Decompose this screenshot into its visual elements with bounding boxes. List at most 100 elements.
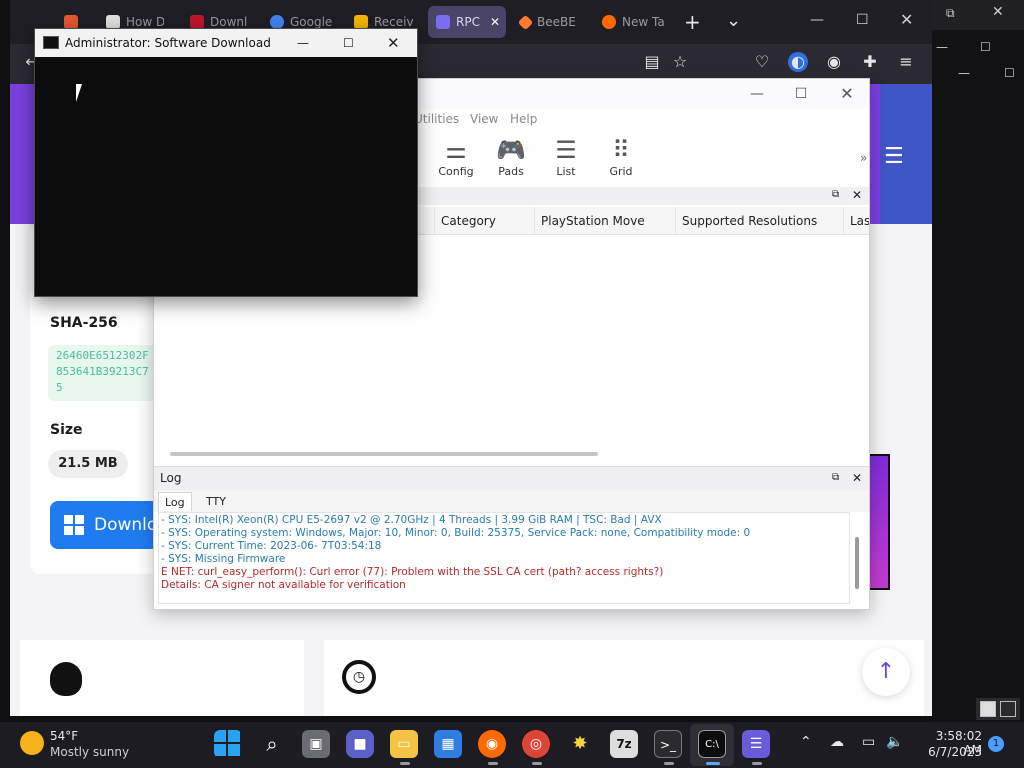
terminal-minimize-icon[interactable]: —: [297, 29, 309, 57]
bg-minimize-icon[interactable]: —: [936, 40, 948, 54]
apple-logo-icon: [50, 662, 82, 696]
log-line: - SYS: Missing Firmware: [161, 553, 286, 565]
file-explorer-icon[interactable]: ▭: [390, 730, 418, 758]
bee-app-icon[interactable]: ✸: [566, 730, 594, 758]
game-list-hscrollbar[interactable]: [170, 452, 598, 456]
log-tab-log[interactable]: Log: [158, 492, 192, 511]
reader-view-icon[interactable]: ▤: [642, 52, 662, 72]
menu-view[interactable]: View: [470, 112, 498, 126]
game-list-float-icon[interactable]: ⧉: [832, 189, 839, 200]
log-float-icon[interactable]: ⧉: [832, 472, 839, 483]
log-line: - SYS: Intel(R) Xeon(R) CPU E5-2697 v2 @…: [161, 514, 662, 526]
log-vscrollbar[interactable]: [855, 537, 859, 589]
log-tab-tty[interactable]: TTY: [200, 492, 232, 511]
tab-7[interactable]: New Ta: [594, 6, 674, 38]
pads-button[interactable]: 🎮 Pads: [487, 135, 535, 178]
download-button-label: Downlo: [94, 515, 158, 535]
rpcs3-maximize-icon[interactable]: ☐: [786, 79, 816, 109]
clock-date[interactable]: 6/7/2023: [920, 745, 982, 759]
browser-maximize-icon[interactable]: ☐: [856, 12, 869, 28]
chat-icon[interactable]: ■: [346, 730, 374, 758]
log-output[interactable]: - SYS: Intel(R) Xeon(R) CPU E5-2697 v2 @…: [158, 512, 850, 604]
history-icon: ◷: [342, 660, 376, 694]
extensions-icon[interactable]: ✚: [860, 52, 880, 72]
tab-favicon-icon: [270, 15, 284, 29]
tab-favicon-icon: [602, 15, 616, 29]
grid-button[interactable]: ⠿ Grid: [597, 135, 645, 178]
tab-6[interactable]: BeeBE: [512, 6, 588, 38]
network-icon[interactable]: ▭: [862, 734, 875, 750]
bg-restore-icon[interactable]: ⧉: [946, 6, 955, 21]
weather-sun-icon[interactable]: [20, 731, 44, 755]
store-icon[interactable]: ▦: [434, 730, 462, 758]
list-icon: ☰: [555, 136, 577, 164]
menu-help[interactable]: Help: [510, 112, 537, 126]
product-art-image: [868, 454, 890, 590]
task-view-icon[interactable]: ▣: [302, 730, 330, 758]
game-list-close-icon[interactable]: ✕: [852, 188, 862, 202]
menu-utilities[interactable]: Utilities: [414, 112, 459, 126]
list-button[interactable]: ☰ List: [542, 135, 590, 178]
terminal-maximize-icon[interactable]: ☐: [343, 29, 354, 57]
log-close-icon[interactable]: ✕: [852, 471, 862, 485]
bg-minimize-icon-2[interactable]: —: [958, 66, 970, 80]
bg-view-toggle[interactable]: [976, 698, 1020, 720]
terminal-close-icon[interactable]: ✕: [387, 29, 400, 57]
bookmark-star-icon[interactable]: ☆: [670, 52, 690, 72]
new-tab-button[interactable]: +: [684, 10, 701, 34]
console-taskbar-icon[interactable]: C:\: [698, 730, 726, 758]
bg-maximize-icon-2[interactable]: ☐: [1004, 66, 1015, 80]
tray-overflow-icon[interactable]: ⌃: [800, 734, 812, 750]
firefox-icon[interactable]: ◉: [478, 730, 506, 758]
rpcs3-close-icon[interactable]: ✕: [832, 79, 862, 109]
onedrive-icon[interactable]: ☁: [830, 734, 844, 750]
terminal-window[interactable]: Administrator: Software Download — ☐ ✕: [34, 28, 418, 297]
browser-close-icon[interactable]: ✕: [900, 10, 913, 29]
pocket-icon[interactable]: ♡: [752, 52, 772, 72]
running-indicator: [488, 762, 498, 765]
tab-5-active[interactable]: RPC ✕: [428, 6, 506, 38]
background-desktop: [930, 0, 1024, 768]
log-line: - SYS: Current Time: 2023-06- 7T03:54:18: [161, 540, 382, 552]
chrome-icon[interactable]: ◎: [522, 730, 550, 758]
gamepad-icon: 🎮: [496, 136, 526, 164]
tab-favicon-icon: [190, 15, 204, 29]
tab-favicon-icon: [517, 14, 534, 30]
volume-icon[interactable]: 🔈: [886, 734, 903, 750]
tab-label: RPC: [456, 15, 480, 29]
tab-list-button[interactable]: ⌄: [726, 10, 741, 31]
column-category[interactable]: Category: [434, 207, 534, 235]
rpcs3-taskbar-icon[interactable]: ☰: [742, 730, 770, 758]
start-button-icon[interactable]: [214, 730, 242, 758]
bg-close-icon[interactable]: ✕: [992, 4, 1004, 20]
toolbar-overflow-button[interactable]: »: [860, 151, 867, 165]
7zip-icon[interactable]: 7z: [610, 730, 638, 758]
bg-maximize-icon[interactable]: ☐: [980, 40, 991, 54]
config-button[interactable]: ⚌ Config: [432, 135, 480, 178]
notification-badge[interactable]: 1: [988, 736, 1004, 752]
menu-icon[interactable]: ≡: [896, 52, 916, 72]
tile-view-icon[interactable]: [1000, 701, 1016, 717]
terminal-titlebar: Administrator: Software Download — ☐ ✕: [35, 29, 417, 57]
download-button[interactable]: Downlo: [50, 501, 160, 549]
weather-desc[interactable]: Mostly sunny: [50, 745, 129, 759]
column-playstation-move[interactable]: PlayStation Move: [534, 207, 675, 235]
weather-temp[interactable]: 54°F: [50, 729, 78, 743]
filter-sliders-icon[interactable]: ☰: [884, 144, 904, 169]
terminal-app-icon[interactable]: >_: [654, 730, 682, 758]
account-icon[interactable]: ◉: [824, 52, 844, 72]
running-indicator: [532, 762, 542, 765]
column-supported-resolutions[interactable]: Supported Resolutions: [675, 207, 843, 235]
scroll-to-top-button[interactable]: ↑: [862, 648, 910, 696]
bottom-right-card: [324, 640, 924, 716]
size-label: Size: [50, 422, 83, 438]
vpn-icon[interactable]: ◐: [788, 52, 808, 72]
browser-minimize-icon[interactable]: —: [810, 12, 824, 28]
grid-icon: ⠿: [612, 136, 630, 164]
tab-close-icon[interactable]: ✕: [490, 15, 500, 29]
search-icon[interactable]: ⌕: [258, 730, 286, 758]
tab-favicon-icon: [354, 15, 368, 29]
list-view-icon[interactable]: [980, 701, 996, 717]
column-last[interactable]: Last: [843, 207, 869, 235]
rpcs3-minimize-icon[interactable]: —: [742, 79, 772, 109]
